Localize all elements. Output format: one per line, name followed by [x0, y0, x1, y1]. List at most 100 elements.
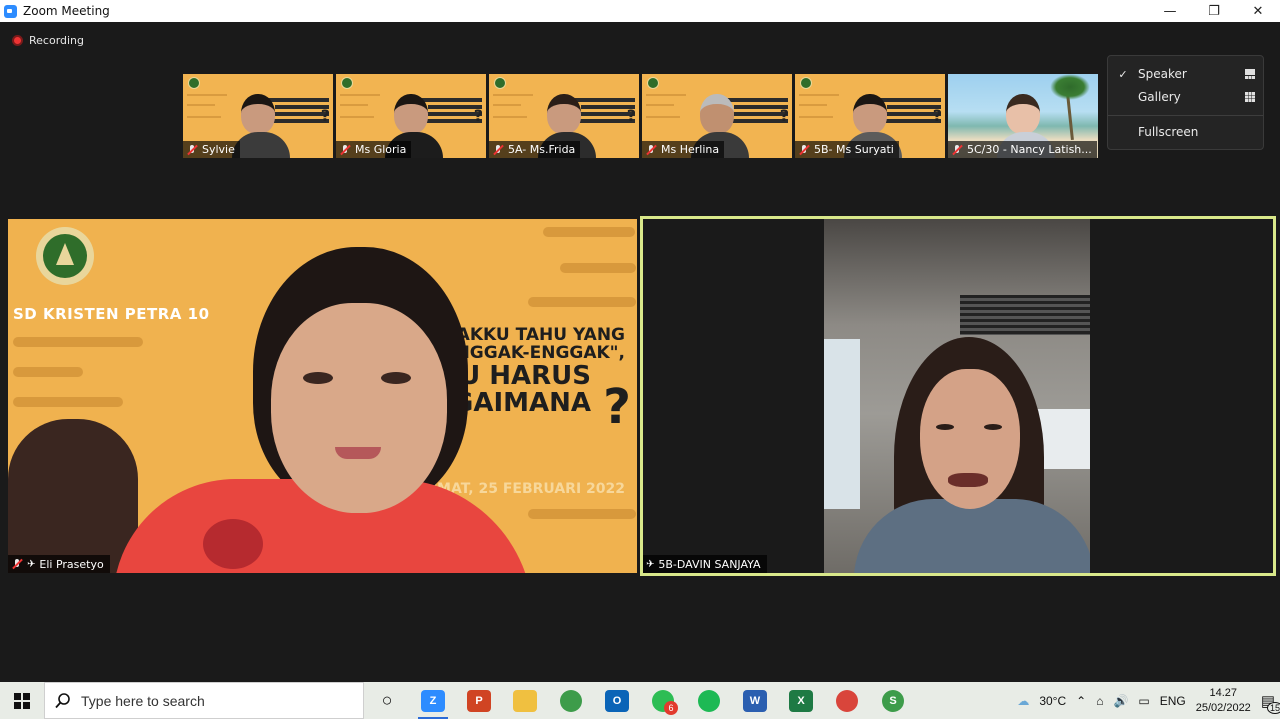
slide-question-mark: ?: [626, 106, 636, 125]
taskbar-app-word[interactable]: W: [732, 682, 778, 719]
excel-icon: X: [789, 689, 813, 712]
gallery-grid-icon: [1245, 92, 1255, 102]
participant-label: 5B- Ms Suryati: [795, 141, 899, 158]
spotify-icon: [698, 689, 720, 712]
chrome-2-icon: [836, 689, 858, 712]
zoom-icon: Z: [421, 689, 445, 712]
participant-name: Ms Gloria: [355, 143, 407, 156]
title-bar: Zoom Meeting — ❐ ✕: [0, 0, 1280, 22]
taskbar-app-chrome[interactable]: [548, 682, 594, 719]
participant-label: 5C/30 - Nancy Latish...: [948, 141, 1097, 158]
muted-mic-icon: [11, 558, 23, 570]
taskbar-app-whatsapp[interactable]: 6: [640, 682, 686, 719]
volume-icon[interactable]: 🔊: [1113, 694, 1128, 708]
taskbar-app-chrome-3[interactable]: S: [870, 682, 916, 719]
participant-label: Ms Herlina: [642, 141, 725, 158]
taskbar-apps: ○ Z P O 6 W X S: [364, 682, 916, 719]
view-menu: ✓ Speaker Gallery Fullscreen: [1107, 55, 1264, 150]
notifications-icon[interactable]: ▤ 15: [1261, 692, 1280, 714]
taskbar-app-excel[interactable]: X: [778, 682, 824, 719]
language-indicator[interactable]: ENG: [1160, 694, 1186, 708]
thumbnail-4[interactable]: ? 5B- Ms Suryati: [795, 74, 945, 158]
school-logo-icon: [341, 77, 353, 89]
taskbar-app-powerpoint[interactable]: P: [456, 682, 502, 719]
checkmark-icon: ✓: [1118, 67, 1128, 81]
participant-label: 5A- Ms.Frida: [489, 141, 581, 158]
file-explorer-icon: [513, 689, 537, 712]
minimize-button[interactable]: —: [1148, 0, 1192, 22]
notification-count: 15: [1266, 701, 1280, 714]
clock[interactable]: 14.27 25/02/2022: [1196, 686, 1251, 716]
muted-mic-icon: [645, 144, 657, 156]
participant-label: Ms Gloria: [336, 141, 412, 158]
outlook-icon: O: [605, 689, 629, 712]
menu-item-fullscreen[interactable]: Fullscreen: [1108, 122, 1263, 142]
speaker-grid-icon: [1245, 69, 1255, 79]
start-button[interactable]: [0, 682, 44, 719]
powerpoint-icon: P: [467, 689, 491, 712]
active-video-davin[interactable]: ✈ 5B-DAVIN SANJAYA: [640, 216, 1276, 576]
slide-question-mark: ?: [932, 106, 942, 125]
recording-label: Recording: [29, 34, 85, 47]
clock-date: 25/02/2022: [1195, 701, 1251, 714]
participant-name: 5A- Ms.Frida: [508, 143, 576, 156]
school-logo-icon: [494, 77, 506, 89]
muted-mic-icon: [951, 144, 963, 156]
participant-name: Eli Prasetyo: [39, 557, 104, 571]
participant-video-eli: [113, 247, 533, 573]
thumbnail-strip: ? Sylvie ? Ms Gloria ? 5A- Ms.Frida ? Ms…: [183, 74, 1098, 158]
windows-logo-icon: [14, 692, 30, 709]
school-logo-icon: [800, 77, 812, 89]
system-tray: ☁ 30°C ⌃ ⌂ 🔊 ▭ ENG 14.27 25/02/2022 ▤ 15: [1012, 682, 1280, 719]
recording-dot-icon: [12, 35, 23, 46]
thumbnail-1[interactable]: ? Ms Gloria: [336, 74, 486, 158]
word-icon: W: [743, 689, 767, 712]
participant-name: 5B-DAVIN SANJAYA: [658, 557, 761, 571]
participant-label: ✈ Eli Prasetyo: [8, 555, 110, 573]
weather-icon: ☁: [1017, 693, 1030, 708]
taskbar-app-zoom[interactable]: Z: [410, 682, 456, 719]
search-input[interactable]: [81, 692, 341, 709]
active-video-eli[interactable]: SD KRISTEN PETRA 10 ANAKKU TAHU YANG "EN…: [8, 219, 637, 573]
participant-label: Sylvie: [183, 141, 240, 158]
slide-question-mark: ?: [473, 106, 483, 125]
zoom-app-icon: [4, 4, 17, 18]
school-logo-icon: [647, 77, 659, 89]
meeting-area: Recording ? Sylvie ? Ms Gloria ? 5A- Ms.…: [0, 22, 1280, 682]
thumbnail-5[interactable]: 5C/30 - Nancy Latish...: [948, 74, 1098, 158]
thumbnail-0[interactable]: ? Sylvie: [183, 74, 333, 158]
participant-name: 5C/30 - Nancy Latish...: [967, 143, 1092, 156]
battery-icon[interactable]: ▭: [1138, 694, 1149, 708]
menu-separator: [1108, 115, 1263, 116]
taskbar-app-cortana[interactable]: ○: [364, 682, 410, 719]
muted-mic-icon: [339, 144, 351, 156]
pin-icon: ✈: [27, 558, 36, 570]
school-logo-icon: [188, 77, 200, 89]
taskbar-app-outlook[interactable]: O: [594, 682, 640, 719]
chrome-icon: [560, 689, 582, 712]
menu-item-label: Speaker: [1138, 67, 1187, 81]
muted-mic-icon: [492, 144, 504, 156]
menu-item-gallery[interactable]: Gallery: [1108, 87, 1263, 107]
chrome-3-icon: S: [882, 689, 904, 712]
recording-indicator[interactable]: Recording: [12, 34, 84, 47]
slide-question-mark: ?: [603, 379, 631, 435]
taskbar-search[interactable]: [44, 682, 364, 719]
taskbar-app-chrome-2[interactable]: [824, 682, 870, 719]
taskbar: ○ ZP O 6 WX S ☁ 30°C ⌃ ⌂ 🔊 ▭ ENG 14.27 25/02/…: [0, 682, 1280, 719]
thumbnail-3[interactable]: ? Ms Herlina: [642, 74, 792, 158]
taskbar-app-spotify[interactable]: [686, 682, 732, 719]
weather-temp[interactable]: 30°C: [1039, 694, 1066, 708]
close-button[interactable]: ✕: [1236, 0, 1280, 22]
muted-mic-icon: [186, 144, 198, 156]
restore-button[interactable]: ❐: [1192, 0, 1236, 22]
slide-question-mark: ?: [320, 106, 330, 125]
chevron-up-icon[interactable]: ⌃: [1076, 694, 1086, 708]
clock-time: 14.27: [1209, 686, 1238, 699]
taskbar-app-file-explorer[interactable]: [502, 682, 548, 719]
thumbnail-2[interactable]: ? 5A- Ms.Frida: [489, 74, 639, 158]
muted-mic-icon: [798, 144, 810, 156]
network-icon[interactable]: ⌂: [1096, 694, 1103, 708]
menu-item-speaker[interactable]: ✓ Speaker: [1108, 64, 1263, 84]
search-icon: [55, 692, 70, 708]
